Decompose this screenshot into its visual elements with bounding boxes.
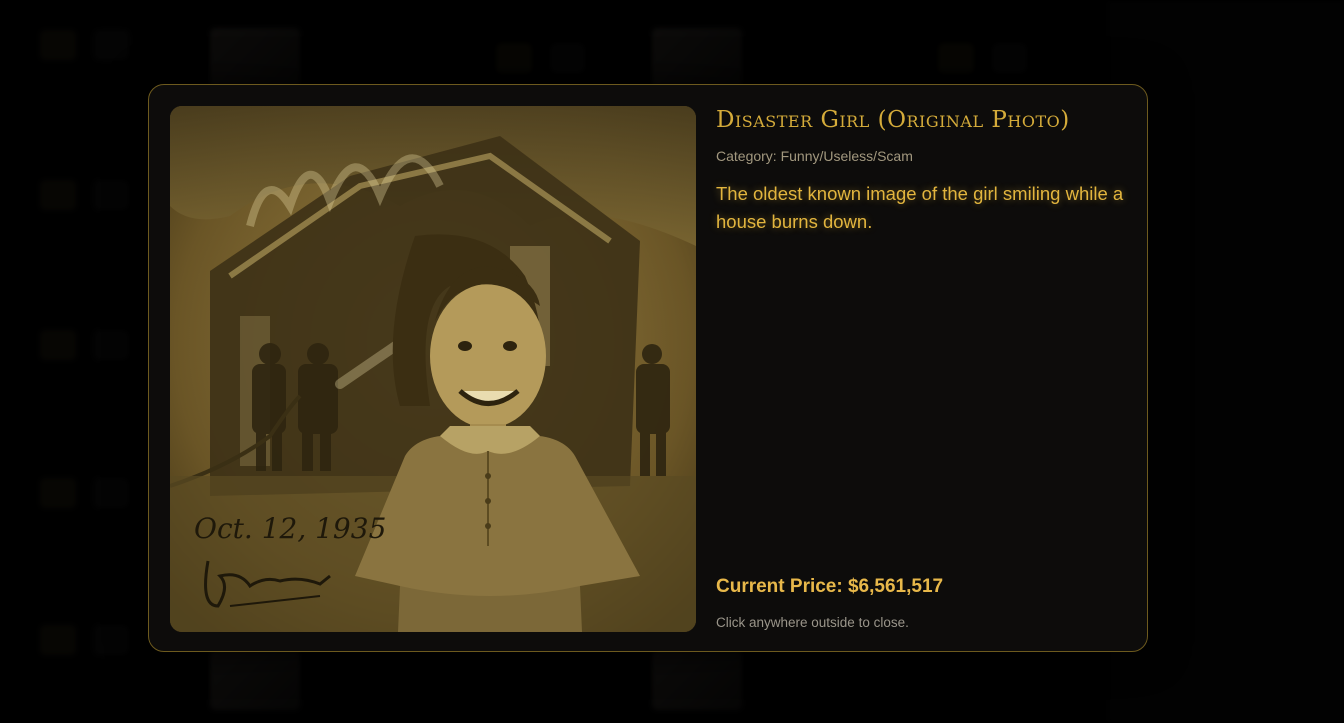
item-detail-modal: Oct. 12, 1935 Disaster Girl (Original Ph… [148, 84, 1148, 652]
close-hint: Click anywhere outside to close. [716, 615, 909, 630]
item-photo: Oct. 12, 1935 [170, 106, 696, 632]
price-label: Current Price: [716, 576, 843, 597]
category-label: Category: [716, 148, 777, 164]
category-value: Funny/Useless/Scam [780, 148, 913, 164]
sepia-photo-icon: Oct. 12, 1935 [170, 106, 696, 632]
price-value: $6,561,517 [847, 576, 944, 597]
item-category: Category: Funny/Useless/Scam [716, 148, 1126, 164]
item-title: Disaster Girl (Original Photo) [716, 107, 1070, 133]
photo-handwritten-date: Oct. 12, 1935 [194, 512, 386, 545]
item-info-panel: Disaster Girl (Original Photo) Category:… [716, 106, 1126, 632]
item-price: Current Price: $6,561,517 [716, 576, 943, 598]
item-description: The oldest known image of the girl smili… [716, 183, 1124, 232]
